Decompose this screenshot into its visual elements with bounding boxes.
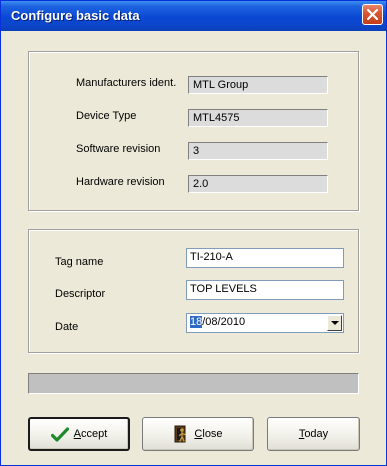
accept-label: Accept bbox=[73, 428, 108, 440]
date-label: Date bbox=[55, 321, 79, 333]
date-picker[interactable]: 18/08/2010 bbox=[186, 313, 344, 333]
manufacturer-value: MTL Group bbox=[188, 76, 328, 94]
tag-name-input[interactable]: TI-210-A bbox=[186, 248, 344, 268]
today-label: Today bbox=[298, 428, 329, 440]
chevron-down-icon bbox=[331, 321, 339, 325]
tag-name-label: Tag name bbox=[55, 256, 104, 268]
window-title: Configure basic data bbox=[11, 8, 140, 23]
progress-bar bbox=[28, 373, 359, 394]
checkmark-icon bbox=[50, 426, 69, 442]
edit-fields-group: Tag name TI-210-A Descriptor TOP LEVELS … bbox=[28, 229, 359, 353]
date-day-selected: 18 bbox=[190, 316, 203, 328]
window-close-button[interactable] bbox=[362, 4, 383, 25]
close-button[interactable]: Close bbox=[142, 417, 254, 451]
software-revision-label: Software revision bbox=[76, 143, 161, 155]
software-revision-value: 3 bbox=[188, 142, 328, 160]
title-bar[interactable]: Configure basic data bbox=[1, 1, 386, 31]
close-icon bbox=[367, 9, 378, 20]
hardware-revision-value: 2.0 bbox=[188, 175, 328, 193]
today-button[interactable]: Today bbox=[267, 417, 360, 451]
device-info-group: Manufacturers ident. MTL Group Device Ty… bbox=[28, 51, 359, 211]
descriptor-label: Descriptor bbox=[55, 288, 106, 300]
date-dropdown-button[interactable] bbox=[327, 315, 342, 331]
close-label: Close bbox=[194, 428, 223, 440]
device-type-value: MTL4575 bbox=[188, 109, 328, 127]
descriptor-input[interactable]: TOP LEVELS bbox=[186, 280, 344, 300]
device-type-label: Device Type bbox=[76, 110, 137, 122]
door-person-icon bbox=[174, 425, 187, 443]
date-month-year: /08/2010 bbox=[202, 316, 246, 328]
manufacturer-label: Manufacturers ident. bbox=[76, 77, 177, 89]
hardware-revision-label: Hardware revision bbox=[76, 176, 165, 188]
accept-button[interactable]: Accept bbox=[28, 417, 130, 451]
configure-basic-data-dialog: Configure basic data Manufacturers ident… bbox=[0, 0, 387, 466]
